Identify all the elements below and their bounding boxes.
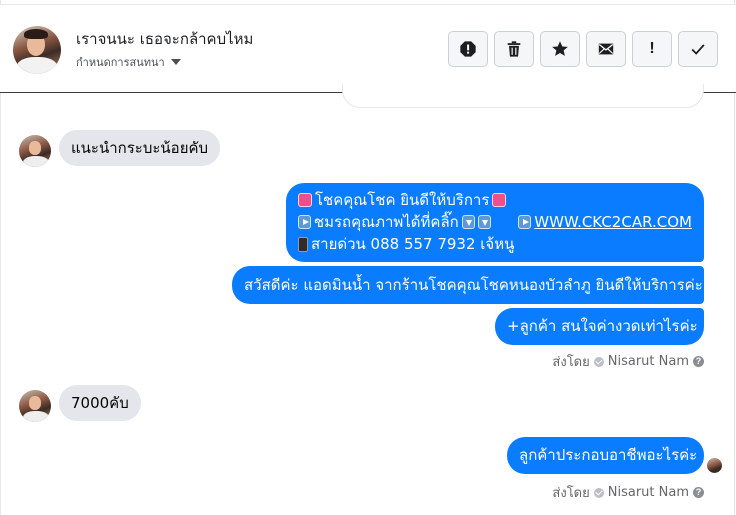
caret-down-icon: [170, 59, 181, 65]
priority-button[interactable]: !: [632, 31, 672, 67]
message-line: สายด่วน 088 557 7932 เจ้หนู: [298, 233, 692, 255]
contact-name[interactable]: เราจนนะ เธอจะกล้าคบไหม: [76, 27, 253, 51]
previous-message-bubble: [342, 84, 704, 108]
envelope-icon: [598, 43, 614, 55]
sparkle-emoji-icon: [298, 193, 312, 207]
conversation-header: เราจนนะ เธอจะกล้าคบไหม กำหนดการสนทนา !: [0, 4, 736, 93]
message-line: ชมรถคุณภาพได้ที่คลิ๊ก WWW.CKC2CAR.COM: [298, 211, 692, 233]
done-button[interactable]: [678, 31, 718, 67]
play-emoji-icon: [518, 215, 532, 229]
message-outgoing: +ลูกค้า สนใจค่างวดเท่าไรค่ะ: [495, 308, 704, 345]
sent-by-info: ส่งโดย Nisarut Nam ?: [552, 482, 704, 503]
mobile-phone-emoji-icon: [298, 236, 308, 252]
check-circle-icon: [593, 356, 604, 367]
sender-avatar[interactable]: [19, 135, 51, 167]
website-link[interactable]: WWW.CKC2CAR.COM: [534, 211, 692, 233]
message-outgoing: สวัสดีค่ะ แอดมินน้ำ จากร้านโชคคุณโชคหนอง…: [232, 266, 704, 304]
message-outgoing: ลูกค้าประกอบอาชีพอะไรค่ะ: [507, 437, 704, 474]
sent-by-label: ส่งโดย: [552, 355, 590, 370]
message-incoming: 7000คับ: [59, 385, 141, 421]
contact-avatar[interactable]: [13, 26, 61, 74]
sent-by-label: ส่งโดย: [552, 486, 590, 501]
conversation-toolbar: !: [448, 31, 718, 67]
message-line-text: สายด่วน 088 557 7932 เจ้หนู: [311, 235, 515, 253]
sparkle-emoji-icon: [492, 193, 507, 207]
down-arrow-emoji-icon: [461, 215, 475, 229]
conversation-settings-label: กำหนดการสนทนา: [76, 56, 165, 69]
sender-name: Nisarut Nam: [607, 354, 689, 369]
message-incoming: แนะนำกระบะน้อยคับ: [59, 130, 221, 166]
sent-by-info: ส่งโดย Nisarut Nam ?: [552, 351, 704, 372]
sender-name: Nisarut Nam: [607, 485, 689, 500]
spam-button[interactable]: [448, 31, 488, 67]
check-circle-icon: [593, 487, 604, 498]
star-button[interactable]: [540, 31, 580, 67]
message-outgoing: โชคคุณโชค ยินดีให้บริการ ชมรถคุณภาพได้ที…: [286, 183, 704, 262]
seen-avatar: [707, 458, 722, 473]
help-icon[interactable]: ?: [693, 487, 704, 498]
conversation-settings-dropdown[interactable]: กำหนดการสนทนา: [76, 53, 181, 71]
help-icon[interactable]: ?: [693, 356, 704, 367]
exclamation-icon: !: [649, 40, 655, 57]
sender-avatar[interactable]: [19, 390, 51, 422]
trash-icon: [507, 41, 521, 57]
message-line-text: โชคคุณโชค ยินดีให้บริการ: [315, 191, 490, 209]
star-icon: [552, 41, 568, 56]
message-line-text: ชมรถคุณภาพได้ที่คลิ๊ก: [313, 213, 459, 231]
delete-button[interactable]: [494, 31, 534, 67]
down-arrow-emoji-icon: [477, 215, 491, 229]
exclamation-octagon-icon: [460, 41, 476, 57]
message-line: โชคคุณโชค ยินดีให้บริการ: [298, 189, 692, 211]
check-icon: [691, 44, 705, 55]
play-emoji-icon: [298, 215, 311, 229]
mark-unread-button[interactable]: [586, 31, 626, 67]
